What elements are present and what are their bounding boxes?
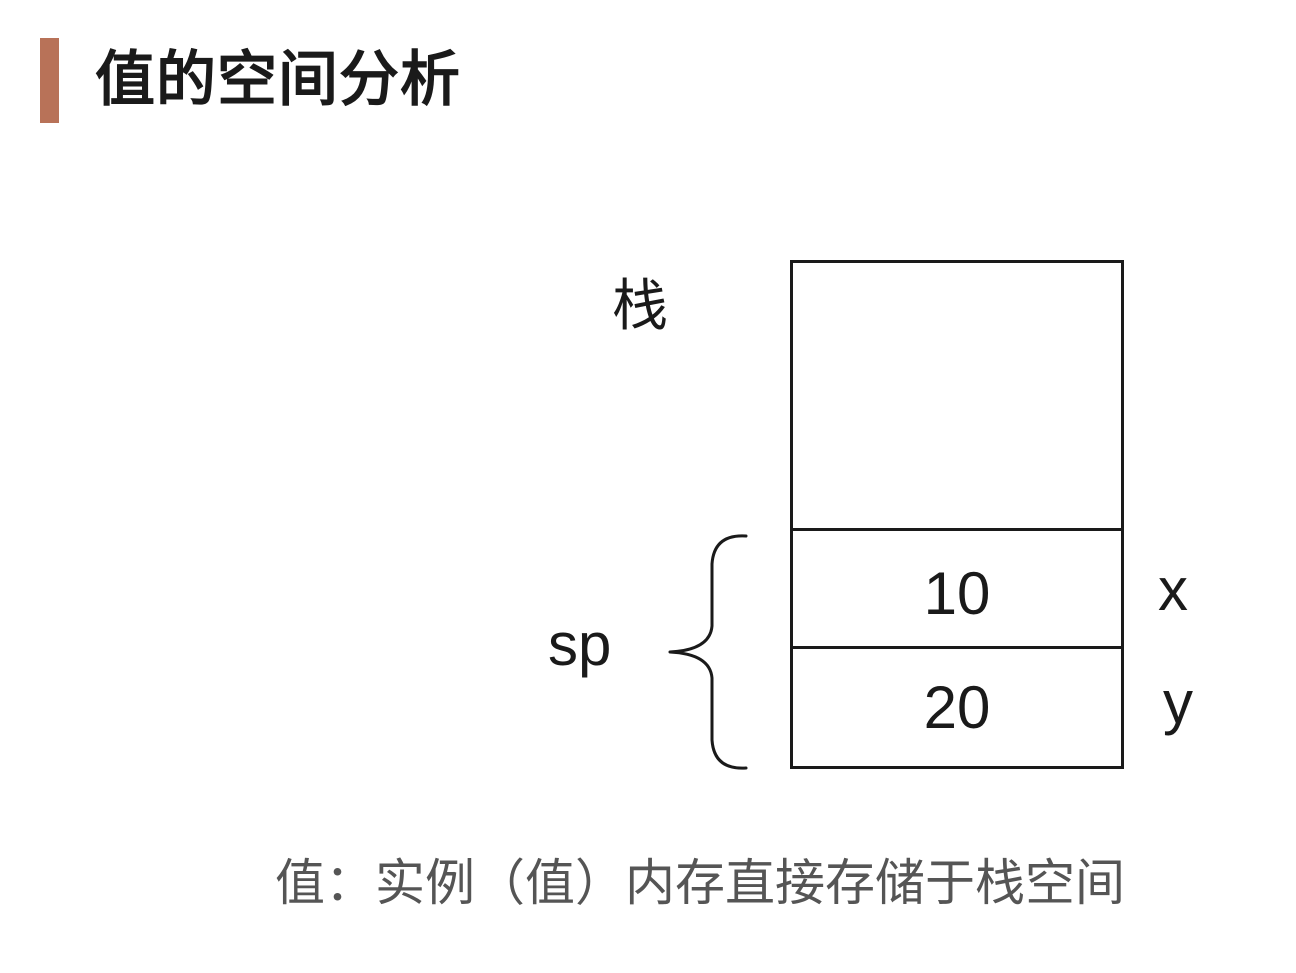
title-accent-bar xyxy=(40,38,59,123)
curly-brace-icon xyxy=(668,534,748,770)
variable-label-y: y xyxy=(1163,669,1193,736)
stack-divider-top xyxy=(793,528,1121,531)
stack-cell-value-y: 20 xyxy=(923,674,991,741)
sp-label: sp xyxy=(548,611,612,678)
caption-text: 值：实例（值）内存直接存储于栈空间 xyxy=(275,854,1125,912)
variable-label-x: x xyxy=(1158,556,1188,623)
stack-label: 栈 xyxy=(612,274,668,339)
stack-box: 10 20 xyxy=(790,260,1124,769)
page-title: 值的空间分析 xyxy=(95,45,461,115)
stack-cell-value-x: 10 xyxy=(923,560,991,627)
stack-divider-middle xyxy=(793,646,1121,649)
